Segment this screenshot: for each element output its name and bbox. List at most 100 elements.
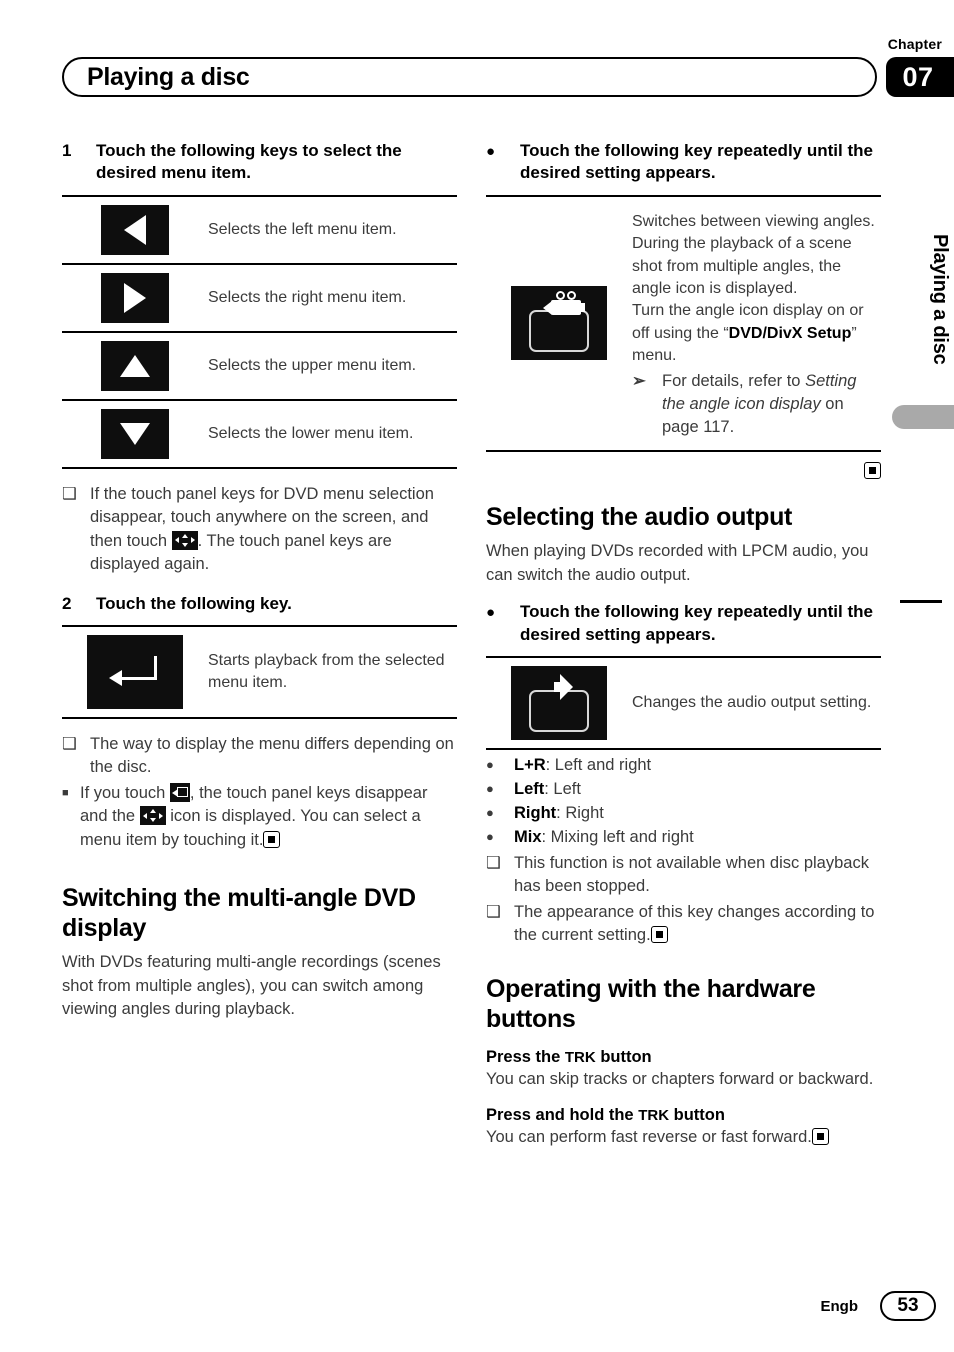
press-the-label: Press the	[486, 1048, 561, 1067]
table-row: Selects the left menu item.	[62, 197, 457, 265]
page-footer: Engb 53	[0, 1290, 954, 1324]
bullet-dot-icon: ●	[486, 804, 494, 820]
cross-pad-icon	[139, 806, 166, 826]
button-label: button	[600, 1048, 652, 1067]
page-title: Playing a disc	[87, 62, 250, 91]
press-and-hold-label: Press and hold the	[486, 1105, 634, 1124]
angle-icon-art	[511, 286, 607, 360]
triangle-left-icon[interactable]	[101, 204, 169, 255]
table-row: Selects the lower menu item.	[62, 401, 457, 469]
table-row: Changes the audio output setting.	[486, 658, 881, 751]
side-chapter-text: Playing a disc	[929, 234, 951, 365]
table-row: Selects the right menu item.	[62, 265, 457, 333]
list-item: ● L+R: Left and right	[486, 754, 881, 778]
table-row: Starts playback from the selected menu i…	[62, 627, 457, 719]
multi-angle-body: With DVDs featuring multi-angle recordin…	[62, 953, 441, 1018]
note-menu-differs-text: The way to display the menu differs depe…	[90, 735, 454, 777]
option-desc: : Left	[544, 780, 581, 799]
ref-prefix: For details, refer to	[662, 371, 801, 390]
heading-audio-output: Selecting the audio output	[486, 502, 793, 531]
heading-hardware-buttons: Operating with the hardware buttons	[486, 975, 816, 1033]
nav-key-left-desc: Selects the left menu item.	[208, 220, 397, 238]
page-title-pill: Playing a disc	[62, 57, 877, 97]
note-marker-icon: ❑	[62, 484, 77, 503]
nav-keys-table: Selects the left menu item. Selects the …	[62, 194, 457, 469]
return-arrow-glyph	[107, 652, 163, 692]
bullet-dot-icon: ●	[486, 604, 496, 622]
note-hide-keys-a: If you touch	[80, 783, 166, 802]
arrow-reference-icon: ➢	[632, 371, 646, 390]
angle-desc-line1: Switches between viewing angles. During …	[632, 212, 875, 298]
triangle-right-icon[interactable]	[101, 272, 169, 323]
note-menu-differs: ❑ The way to display the menu differs dep…	[62, 733, 457, 780]
option-desc: : Right	[556, 803, 604, 822]
chapter-label: Chapter	[887, 36, 942, 52]
chapter-number-badge: 07	[886, 57, 954, 97]
nav-key-up-cell	[62, 333, 194, 399]
button-label: button	[673, 1105, 725, 1124]
note-marker-icon: ❑	[62, 735, 77, 753]
end-of-section-row	[486, 461, 881, 481]
movie-camera-angle-icon[interactable]	[511, 286, 607, 361]
step-2-number: 2	[62, 593, 72, 613]
cross-pad-icon	[171, 530, 198, 550]
return-arrow-icon[interactable]	[87, 635, 183, 709]
audio-key-desc: Changes the audio output setting.	[632, 693, 872, 711]
hardware-body-2: You can perform fast reverse or fast for…	[486, 1126, 881, 1149]
end-of-section-icon	[811, 1127, 829, 1145]
trk-label: TRK	[638, 1106, 670, 1124]
note-marker-icon: ❑	[486, 902, 501, 921]
nav-key-up-desc: Selects the upper menu item.	[208, 356, 417, 374]
audio-icon-art	[511, 666, 607, 740]
note-audio-unavailable-text: This function is not available when disc…	[514, 853, 869, 896]
triangle-up-icon[interactable]	[101, 340, 169, 391]
right-column: ● Touch the following key repeatedly unti…	[486, 140, 881, 1159]
triangle-down-icon[interactable]	[101, 408, 169, 459]
bullet-dot-icon: ●	[486, 757, 494, 773]
dvd-divx-setup-label: DVD/DivX Setup	[728, 324, 852, 342]
nav-key-down-desc: Selects the lower menu item.	[208, 424, 414, 442]
table-row: Selects the upper menu item.	[62, 333, 457, 401]
enter-key-desc: Starts playback from the selected menu i…	[208, 651, 445, 691]
footer-language: Engb	[820, 1298, 859, 1315]
step-2-text: Touch the following key.	[96, 593, 292, 613]
option-name: Mix	[514, 827, 542, 846]
bullet-touch-key-repeatedly-1: ● Touch the following key repeatedly unti…	[486, 140, 881, 185]
end-of-section-icon	[263, 830, 281, 848]
speaker-audio-icon[interactable]	[511, 666, 607, 741]
bullet-dot-icon: ●	[486, 781, 494, 797]
note-key-appearance-text: The appearance of this key changes accor…	[514, 902, 875, 945]
bullet-text: Touch the following key repeatedly until…	[520, 141, 873, 183]
page-header: Chapter 07 Playing a disc	[0, 0, 954, 120]
table-row: Switches between viewing angles. During …	[486, 197, 881, 452]
bullet-touch-key-repeatedly-2: ● Touch the following key repeatedly unti…	[486, 601, 881, 646]
nav-key-left-cell	[62, 197, 194, 263]
subheading-press-hold-trk: Press and hold the TRK button	[486, 1106, 881, 1125]
angle-reference-note: ➢ For details, refer to Setting the angle…	[632, 370, 875, 440]
bullet-dot-icon: ●	[486, 143, 496, 160]
step-1-number: 1	[62, 141, 72, 160]
option-name: L+R	[514, 756, 546, 775]
step-1: 1 Touch the following keys to select the …	[62, 140, 457, 185]
note-marker-icon: ❑	[486, 853, 501, 872]
step-1-text: Touch the following keys to select the d…	[96, 141, 402, 183]
note-touch-panel-disappear: ❑ If the touch panel keys for DVD menu se…	[62, 483, 457, 577]
left-column: 1 Touch the following keys to select the …	[62, 140, 457, 1031]
footer-page-number: 53	[880, 1291, 936, 1321]
bullet-dot-icon: ●	[486, 828, 494, 844]
nav-key-right-desc: Selects the right menu item.	[208, 288, 407, 306]
nav-key-down-cell	[62, 401, 194, 467]
enter-key-cell	[62, 627, 194, 717]
note-audio-unavailable: ❑ This function is not available when dis…	[486, 852, 881, 899]
nav-key-right-cell	[62, 265, 194, 331]
hardware-body-2-text: You can perform fast reverse or fast for…	[486, 1127, 812, 1146]
angle-key-desc: Switches between viewing angles. During …	[618, 197, 881, 450]
side-rule	[900, 600, 942, 603]
option-name: Left	[514, 780, 545, 799]
note-hide-keys: ■ If you touch , the touch panel keys dis…	[62, 782, 457, 852]
option-desc: : Left and right	[545, 756, 652, 775]
list-item: ● Left: Left	[486, 778, 881, 802]
audio-output-body: When playing DVDs recorded with LPCM aud…	[486, 542, 869, 584]
square-bullet-icon: ■	[62, 786, 69, 799]
enter-key-table: Starts playback from the selected menu i…	[62, 625, 457, 719]
